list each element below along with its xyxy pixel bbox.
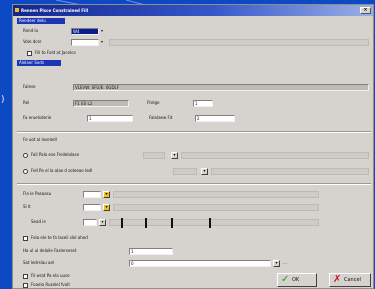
chevron-down-icon: ▾ — [203, 168, 206, 173]
desktop-edge-glyph: ) — [1, 95, 5, 105]
row2-field2[interactable]: 1 — [193, 100, 213, 107]
chevron-down-icon: ▾ — [105, 204, 108, 209]
radio-option-1-description — [181, 152, 369, 159]
section1-option-label: Fill to Fold at Jacelce — [35, 50, 76, 55]
sec4-row1-dropdown[interactable]: ▾ — [103, 191, 110, 198]
sec4-field2-label: Sat ledrslau ael — [23, 260, 55, 265]
row2-field[interactable]: F1 E0 L2 — [73, 100, 129, 107]
chevron-down-icon: ▾ — [101, 219, 104, 224]
check-1-label: Fil wrat Pa ela uuse — [31, 273, 70, 278]
radio-option-1-field — [143, 152, 165, 159]
radio-option-2-field — [173, 168, 197, 175]
sec4-row2-dropdown[interactable]: ▾ — [103, 204, 110, 211]
radio-option-2[interactable] — [23, 169, 28, 174]
cancel-label: Cancel — [344, 277, 361, 283]
sec4-row2-label: Sl lt — [23, 204, 31, 209]
radio-option-2-label: Fell Pa el la alae d soleeae ledl — [31, 168, 93, 173]
row2-label: Rel — [23, 100, 30, 105]
check-2[interactable] — [23, 283, 28, 288]
row3-label2: Falelaew Fd — [149, 115, 173, 120]
sec4-row3-description — [109, 219, 319, 226]
row3-field[interactable]: 1 — [87, 115, 133, 122]
field2-label: Vole dcer — [23, 39, 42, 44]
sec4-field1[interactable]: 1 — [129, 248, 173, 255]
radio-option-1[interactable] — [23, 153, 28, 158]
field1-input[interactable]: W4 — [71, 28, 99, 35]
radio-option-2-dropdown[interactable]: ▾ — [201, 168, 208, 175]
sec4-row1-description — [113, 191, 319, 198]
tick-mark — [171, 218, 173, 228]
title-bar[interactable]: Rennen Pisce Constrained Fill × — [13, 5, 373, 16]
section-header-2: Alelaer Sedn — [17, 60, 61, 66]
sec4-row2-description — [113, 204, 319, 211]
check-icon: ✓ — [281, 274, 290, 285]
check-2-label: Foaela Ruzelel fvalt — [31, 282, 70, 287]
sec4-row1-field[interactable] — [83, 191, 101, 198]
radio-option-2-description — [211, 168, 369, 175]
browse-dropdown[interactable]: ▾ — [273, 260, 280, 267]
close-icon: × — [363, 7, 368, 13]
field2-dropdown-icon[interactable]: ▾ — [101, 39, 103, 45]
folder-label: Falese — [23, 84, 36, 89]
row2-label2: Ftelge — [147, 100, 160, 105]
tick-mark — [145, 218, 147, 228]
divider-1 — [17, 131, 371, 133]
browse-icon[interactable]: … — [283, 260, 287, 266]
divider-2 — [17, 183, 371, 185]
chevron-down-icon: ▾ — [275, 260, 278, 265]
app-icon — [15, 8, 19, 12]
sec4-checkbox[interactable] — [23, 236, 28, 241]
folder-field[interactable]: VLEVW: SFU/E: 0GDLF — [73, 84, 369, 91]
row3-label: Fa eruelsderie — [23, 115, 52, 120]
sec4-row3-label: Sead ie — [31, 219, 46, 224]
sec4-row1-label: Fla le Pasaasu — [23, 191, 52, 196]
tick-mark — [121, 218, 123, 228]
dialog-window: Rennen Pisce Constrained Fill × Rendeer … — [12, 4, 374, 289]
field1-label: Rend la — [23, 28, 38, 33]
ok-button[interactable]: ✓ OK — [277, 273, 317, 287]
check-1[interactable] — [23, 274, 28, 279]
sec4-row3-field[interactable] — [83, 219, 97, 226]
sec4-row2-field[interactable] — [83, 204, 101, 211]
close-button[interactable]: × — [360, 7, 371, 14]
section3-header: Fe uot al leseledl — [23, 137, 57, 142]
sec4-row3-dropdown[interactable]: ▾ — [99, 219, 106, 226]
field1-dropdown-icon[interactable]: ▾ — [101, 28, 103, 34]
section-header-1: Rendeer delu — [17, 18, 65, 24]
radio-option-1-label: Fall Pala ese Freilelolase — [31, 152, 80, 157]
sec4-field2[interactable]: 0 — [129, 260, 271, 267]
radio-option-1-dropdown[interactable]: ▾ — [171, 152, 178, 159]
x-icon: ✗ — [333, 274, 342, 285]
field2-description — [109, 39, 369, 46]
ok-label: OK — [292, 277, 300, 283]
row3-field2[interactable]: 2 — [195, 115, 235, 122]
sec4-field1-label: Ha ul ul delaile Faslerseset — [23, 248, 77, 253]
cancel-button[interactable]: ✗ Cancel — [329, 273, 371, 287]
window-title: Rennen Pisce Constrained Fill — [21, 8, 89, 13]
chevron-down-icon: ▾ — [173, 152, 176, 157]
field2-input[interactable] — [71, 39, 99, 46]
section1-option-checkbox[interactable] — [27, 51, 32, 56]
chevron-down-icon: ▾ — [105, 191, 108, 196]
sec4-checkbox-label: Fela ele te fa laseil slel ahed — [31, 235, 88, 240]
tick-mark — [209, 218, 211, 228]
